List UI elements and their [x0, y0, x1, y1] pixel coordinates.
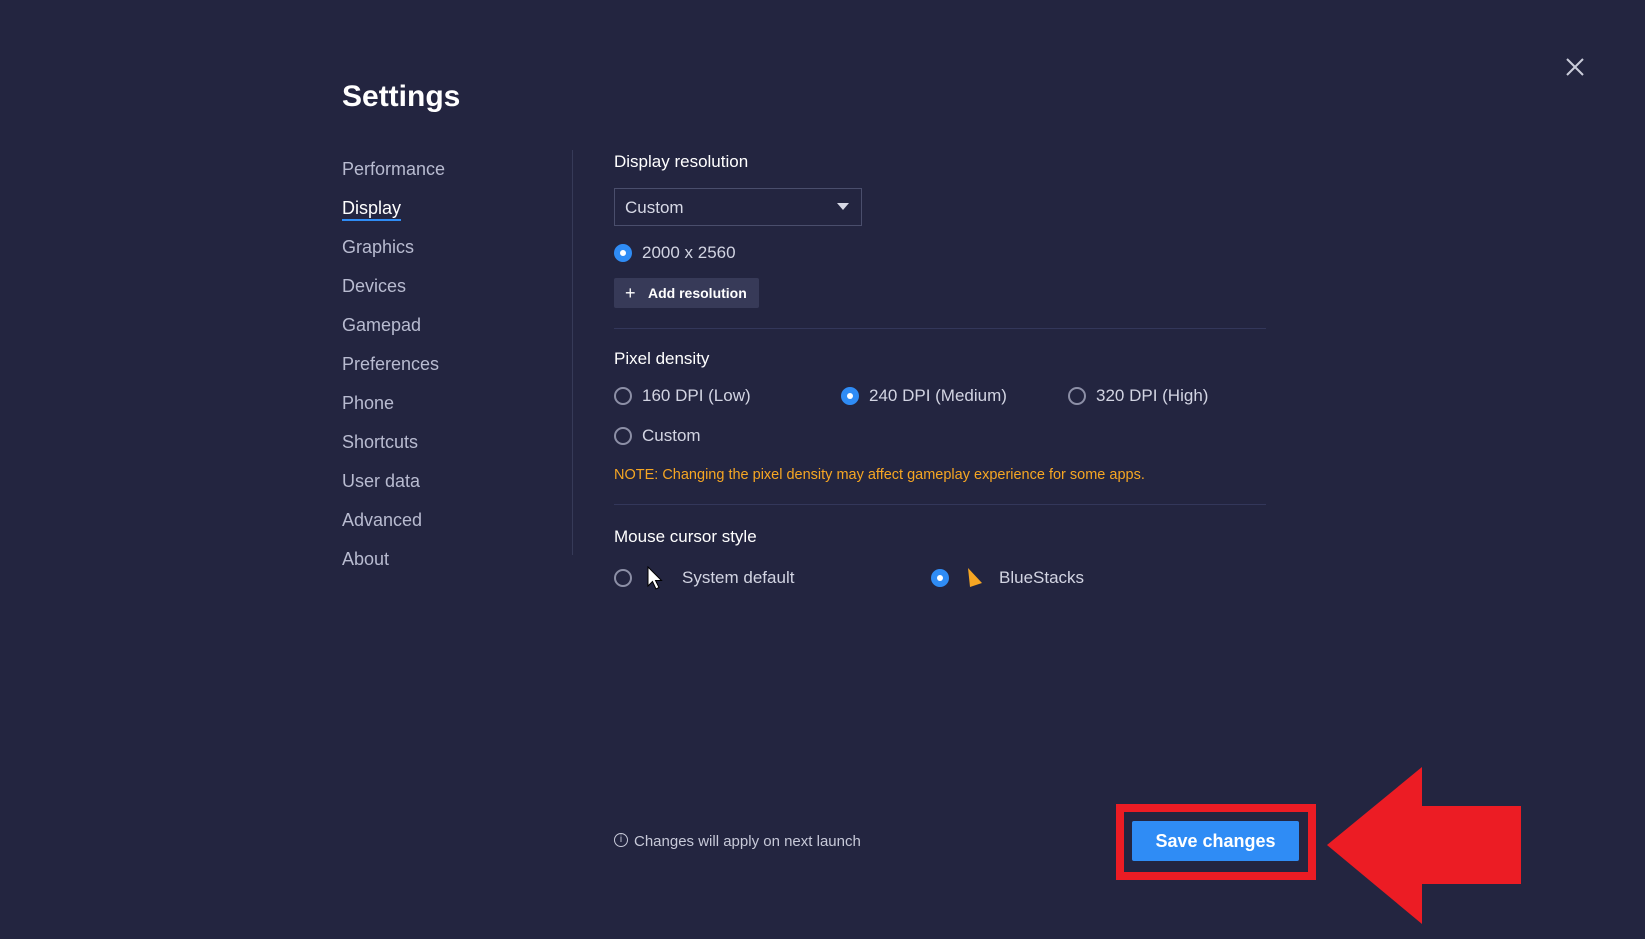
sidebar-item-label: Graphics: [342, 237, 415, 257]
cursor-radio-system-default[interactable]: [614, 569, 632, 587]
plus-icon: +: [625, 283, 636, 303]
dpi-radio-320[interactable]: [1068, 387, 1086, 405]
sidebar-item-shortcuts[interactable]: Shortcuts: [342, 429, 542, 468]
sidebar-item-label: About: [342, 549, 390, 569]
dpi-radio-custom[interactable]: [614, 427, 632, 445]
apply-on-launch-note: i Changes will apply on next launch: [614, 833, 861, 850]
display-resolution-heading: Display resolution: [614, 152, 749, 171]
sidebar-item-label: Devices: [342, 276, 407, 296]
apply-on-launch-text: Changes will apply on next launch: [634, 833, 861, 850]
sidebar-nav: Performance Display Graphics Devices Gam…: [342, 156, 542, 585]
sidebar-item-graphics[interactable]: Graphics: [342, 234, 542, 273]
mouse-cursor-heading: Mouse cursor style: [614, 527, 757, 546]
sidebar-item-label: Phone: [342, 393, 395, 413]
sidebar-item-preferences[interactable]: Preferences: [342, 351, 542, 390]
sidebar-divider: [572, 150, 573, 555]
settings-page: Settings Performance Display Graphics De…: [0, 0, 1645, 939]
sidebar-item-user-data[interactable]: User data: [342, 468, 542, 507]
sidebar-item-label: User data: [342, 471, 421, 491]
sidebar-item-performance[interactable]: Performance: [342, 156, 542, 195]
pixel-density-note: NOTE: Changing the pixel density may aff…: [614, 467, 1145, 483]
bluestacks-cursor-icon: [968, 568, 982, 587]
info-icon: i: [614, 833, 628, 848]
sidebar-item-label: Preferences: [342, 354, 440, 374]
save-changes-button[interactable]: Save changes: [1132, 821, 1299, 861]
chevron-down-icon: [837, 203, 849, 210]
sidebar-item-advanced[interactable]: Advanced: [342, 507, 542, 546]
dpi-radio-240[interactable]: [841, 387, 859, 405]
annotation-arrow-icon: [1327, 767, 1521, 924]
sidebar-item-about[interactable]: About: [342, 546, 542, 585]
sidebar-item-label: Display: [342, 197, 402, 221]
resolution-radio-2000x2560[interactable]: [614, 244, 632, 262]
sidebar-item-label: Performance: [342, 159, 446, 179]
section-divider: [614, 328, 1266, 329]
dpi-option-label: 240 DPI (Medium): [869, 386, 1007, 405]
resolution-dropdown[interactable]: Custom: [614, 188, 862, 226]
dpi-option-label: 160 DPI (Low): [642, 386, 751, 405]
cursor-option-label: BlueStacks: [999, 568, 1085, 587]
sidebar-item-gamepad[interactable]: Gamepad: [342, 312, 542, 351]
add-resolution-label: Add resolution: [648, 285, 747, 301]
add-resolution-button[interactable]: + Add resolution: [614, 278, 759, 308]
sidebar-item-phone[interactable]: Phone: [342, 390, 542, 429]
cursor-radio-bluestacks[interactable]: [931, 569, 949, 587]
close-icon: [1566, 58, 1584, 76]
section-divider: [614, 504, 1266, 505]
dpi-option-label: 320 DPI (High): [1096, 386, 1209, 405]
resolution-dropdown-value: Custom: [625, 198, 684, 217]
dpi-option-label: Custom: [642, 426, 701, 445]
pixel-density-heading: Pixel density: [614, 349, 710, 368]
dpi-radio-160[interactable]: [614, 387, 632, 405]
resolution-option-label: 2000 x 2560: [642, 243, 736, 262]
sidebar-item-devices[interactable]: Devices: [342, 273, 542, 312]
close-button[interactable]: [1560, 52, 1590, 82]
sidebar-item-label: Advanced: [342, 510, 423, 530]
page-title: Settings: [342, 80, 461, 113]
sidebar-item-label: Gamepad: [342, 315, 422, 335]
sidebar-item-label: Shortcuts: [342, 432, 419, 452]
arrow-cursor-icon: [647, 566, 663, 590]
sidebar-item-display[interactable]: Display: [342, 195, 542, 234]
cursor-option-label: System default: [682, 568, 795, 587]
